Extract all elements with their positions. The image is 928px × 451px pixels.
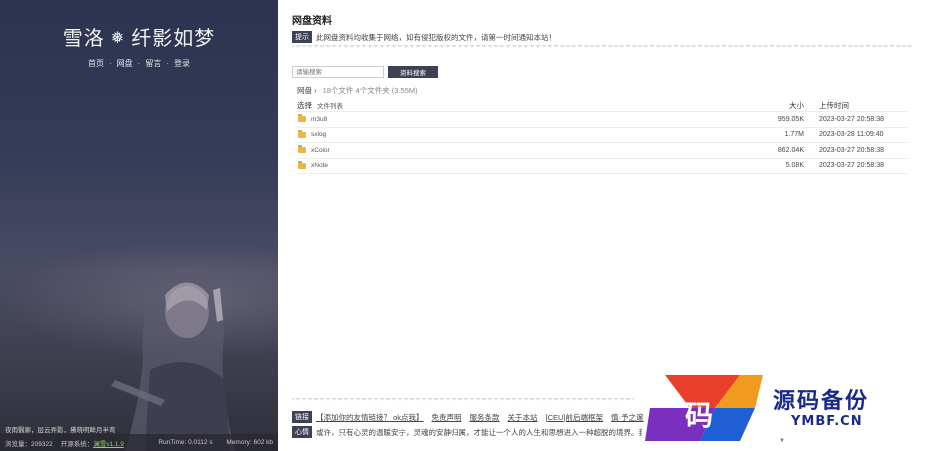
search-button[interactable]: 资料搜索 [388,66,438,78]
scroll-down-icon[interactable]: ▼ [779,438,785,444]
nav-guestbook[interactable]: 留言 [145,59,161,68]
link-ceu-framework[interactable]: [CEU]前后端框架 [546,412,604,423]
watermark-en: YMBF.CN [791,414,863,429]
table-row[interactable]: xColor 862.04K 2023-03-27 20:58:38 [297,143,909,159]
file-name[interactable]: xColor [311,147,330,154]
file-name-cell[interactable]: m3u8 [297,114,699,123]
file-size: 1.77M [784,131,804,139]
view-count: 浏览量：209322 [5,440,53,448]
site-title: 雪洛 ❅ 纤影如梦 [0,22,278,51]
link-disclaimer[interactable]: 免责声明 [432,412,462,423]
file-size: 5.08K [785,162,804,170]
breadcrumb: 网盘 › 18个文件 4个文件夹 (3.55M) [297,85,418,96]
mood-text: 或许，只有心灵的温暖安宁，灵魂的安静归属，才能让一个人的人生和思想进入一种超脱的… [316,427,642,437]
anime-girl-illustration [111,267,235,451]
table-header: 选择 文件列表 大小 上传时间 [297,99,909,112]
header-file-list: 文件列表 [317,103,343,110]
notice: 提示 此网盘资料均收集于网络，如有侵犯版权的文件，请第一时间通知本站！ [292,31,556,43]
page-title: 网盘资料 [292,16,332,27]
table-row[interactable]: m3u8 959.05K 2023-03-27 20:58:38 [297,112,909,128]
link-add-friend[interactable]: 【添加你的友情链接？ ok点我】 [316,412,424,423]
link-friend-site[interactable]: 慎·予之邃 [611,412,644,423]
sidebar-footer: 浏览量：209322 开源系统：澜雪v1.1.9 RunTime: 0.0112… [0,434,278,451]
file-name-cell[interactable]: sxlog [297,129,699,138]
divider [292,45,914,51]
file-name[interactable]: xNote [311,162,328,169]
file-time: 2023-03-28 11:09:40 [819,131,884,139]
file-table: 选择 文件列表 大小 上传时间 m3u8 959.05K 2023-03-27 … [297,99,909,174]
divider [292,398,634,404]
folder-stats: 18个文件 4个文件夹 (3.55M) [322,86,418,95]
site-title-left: 雪洛 [62,26,105,50]
header-select: 选择 [297,100,312,110]
nav-separator: · [137,59,141,68]
nav-login[interactable]: 登录 [174,59,190,68]
table-row[interactable]: xNote 5.08K 2023-03-27 20:58:38 [297,159,909,174]
table-row[interactable]: sxlog 1.77M 2023-03-28 11:09:40 [297,128,909,143]
folder-icon [298,114,306,123]
folder-icon [298,160,306,169]
folder-icon [298,129,306,138]
link-about[interactable]: 关于本站 [508,412,538,423]
breadcrumb-root[interactable]: 网盘 › [297,86,317,95]
notice-text: 此网盘资料均收集于网络，如有侵犯版权的文件，请第一时间通知本站！ [316,32,556,42]
sidebar: 雪洛 ❅ 纤影如梦 首页 · 网盘 · 留言 · 登录 夜雨翳廊，层云弄影，拂晓明眸月半弯 浏览… [0,0,278,451]
file-name[interactable]: m3u8 [311,116,327,123]
header-time: 上传时间 [819,100,849,110]
file-time: 2023-03-27 20:58:38 [819,146,884,154]
link-terms[interactable]: 服务条款 [470,412,500,423]
search-input[interactable] [292,66,384,78]
file-time: 2023-03-27 20:58:38 [819,115,884,123]
nav-home[interactable]: 首页 [88,59,104,68]
watermark-cn: 源码备份 [773,388,870,414]
nav-separator: · [166,59,169,68]
file-name[interactable]: sxlog [311,131,326,138]
watermark-glyph: 码 [685,399,713,432]
nav-netdisk[interactable]: 网盘 [117,59,133,68]
file-size: 862.04K [777,146,804,154]
mood: 心情 或许，只有心灵的温暖安宁，灵魂的安静归属，才能让一个人的人生和思想进入一种… [292,426,642,438]
friend-links: 链接 【添加你的友情链接？ ok点我】 免责声明 服务条款 关于本站 [CEU]… [292,411,652,423]
main-nav: 首页 · 网盘 · 留言 · 登录 [0,58,278,69]
notice-tag: 提示 [292,31,312,43]
header-size: 大小 [789,100,804,110]
watermark-logo: 码 源码备份 YMBF.CN [645,373,925,443]
snowflake-icon: ❅ [110,28,126,47]
file-name-cell[interactable]: xNote [297,160,699,169]
file-size: 959.05K [777,115,804,123]
system-version-link[interactable]: 澜雪v1.1.9 [93,441,124,448]
links-tag: 链接 [292,411,312,423]
site-title-right: 纤影如梦 [131,26,216,50]
watermark-emblem-icon: 码 [645,375,763,441]
file-name-cell[interactable]: xColor [297,145,699,154]
runtime-stats: RunTime: 0.0112 s Memory: 602 kb [146,439,273,446]
system-info: 开源系统：澜雪v1.1.9 [61,438,124,448]
mood-tag: 心情 [292,426,312,438]
motto: 夜雨翳廊，层云弄影，拂晓明眸月半弯 [5,427,116,434]
runtime: RunTime: 0.0112 s [158,439,213,446]
system-label: 开源系统： [60,440,94,448]
nav-separator: · [108,59,112,68]
search-row: 资料搜索 [292,66,438,78]
memory: Memory: 602 kb [226,439,273,446]
folder-icon [298,145,306,154]
file-time: 2023-03-27 20:58:38 [819,162,884,170]
